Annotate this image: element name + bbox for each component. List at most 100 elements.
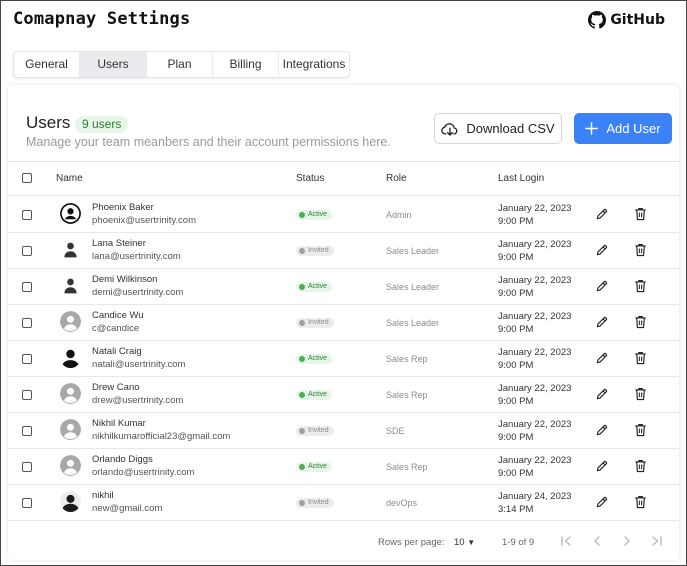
status-badge: Active xyxy=(296,210,333,220)
trash-icon[interactable] xyxy=(634,279,647,293)
table-header: Name Status Role Last Login xyxy=(8,162,679,196)
status-dot-icon xyxy=(299,320,305,326)
status-label: Active xyxy=(308,391,328,398)
edit-icon[interactable] xyxy=(595,351,609,365)
tab-users[interactable]: Users xyxy=(80,52,147,77)
status-dot-icon xyxy=(299,356,305,362)
rows-per-page-select[interactable]: 10 ▼ xyxy=(454,537,475,548)
row-checkbox[interactable] xyxy=(22,498,32,508)
next-page-icon[interactable] xyxy=(620,534,634,548)
edit-icon[interactable] xyxy=(595,387,609,401)
person-icon xyxy=(60,275,81,296)
trash-icon[interactable] xyxy=(634,423,647,437)
previous-page-icon[interactable] xyxy=(590,534,604,548)
github-icon xyxy=(588,11,607,29)
last-login-time: 9:00 PM xyxy=(498,216,534,227)
first-page-icon[interactable] xyxy=(559,534,573,548)
last-login-time: 9:00 PM xyxy=(498,468,534,479)
last-login-time: 9:00 PM xyxy=(498,252,534,263)
tab-billing[interactable]: Billing xyxy=(213,52,279,77)
user-email: c@candice xyxy=(92,323,140,334)
edit-icon[interactable] xyxy=(595,279,609,293)
user-role: devOps xyxy=(386,498,418,508)
last-login-date: January 22, 2023 xyxy=(498,347,572,358)
account-circle-icon xyxy=(60,203,81,224)
trash-icon[interactable] xyxy=(634,315,647,329)
status-label: Active xyxy=(308,355,328,362)
user-name: Candice Wu xyxy=(92,310,144,321)
table-row: Candice Wu c@candice Invited Sales Leader Ja… xyxy=(8,305,679,341)
select-all-checkbox[interactable] xyxy=(22,173,32,183)
status-dot-icon xyxy=(299,428,305,434)
last-page-icon[interactable] xyxy=(650,534,664,548)
status-badge: Invited xyxy=(296,426,334,436)
trash-icon[interactable] xyxy=(634,495,647,509)
user-role: Sales Leader xyxy=(386,282,440,292)
row-checkbox[interactable] xyxy=(22,354,32,364)
default-avatar-icon xyxy=(60,419,81,440)
row-checkbox[interactable] xyxy=(22,318,32,328)
add-user-label: Add User xyxy=(606,121,661,136)
tab-plan[interactable]: Plan xyxy=(147,52,213,77)
column-name: Name xyxy=(56,173,83,184)
last-login-date: January 22, 2023 xyxy=(498,239,572,250)
user-role: Sales Rep xyxy=(386,354,428,364)
last-login-time: 9:00 PM xyxy=(498,288,534,299)
settings-tabs: General Users Plan Billing Integrations xyxy=(13,51,350,78)
tab-general[interactable]: General xyxy=(14,52,80,77)
rows-per-page-value: 10 xyxy=(454,537,465,548)
edit-icon[interactable] xyxy=(595,459,609,473)
last-login-date: January 22, 2023 xyxy=(498,275,572,286)
row-checkbox[interactable] xyxy=(22,390,32,400)
trash-icon[interactable] xyxy=(634,207,647,221)
default-avatar-icon xyxy=(60,455,81,476)
row-checkbox[interactable] xyxy=(22,426,32,436)
person-silhouette-icon xyxy=(60,347,81,368)
person-photo-icon xyxy=(60,491,81,512)
row-checkbox[interactable] xyxy=(22,282,32,292)
status-badge: Invited xyxy=(296,318,334,328)
edit-icon[interactable] xyxy=(595,243,609,257)
status-label: Invited xyxy=(308,247,329,254)
person-icon xyxy=(60,239,81,260)
last-login-time: 9:00 PM xyxy=(498,324,534,335)
plus-icon xyxy=(585,122,599,135)
status-badge: Active xyxy=(296,390,333,400)
last-login-time: 3:14 PM xyxy=(498,504,534,515)
user-role: Sales Rep xyxy=(386,462,428,472)
row-checkbox[interactable] xyxy=(22,462,32,472)
edit-icon[interactable] xyxy=(595,207,609,221)
github-link[interactable]: GitHub xyxy=(588,11,665,29)
edit-icon[interactable] xyxy=(595,315,609,329)
user-email: nikhilkumarofficial23@gmail.com xyxy=(92,431,231,442)
rows-per-page-label: Rows per page: xyxy=(378,537,445,548)
user-role: Admin xyxy=(386,210,412,220)
edit-icon[interactable] xyxy=(595,423,609,437)
user-email: phoenix@usertrinity.com xyxy=(92,215,196,226)
default-avatar-icon xyxy=(60,311,81,332)
trash-icon[interactable] xyxy=(634,459,647,473)
trash-icon[interactable] xyxy=(634,243,647,257)
status-dot-icon xyxy=(299,284,305,290)
status-badge: Invited xyxy=(296,246,334,256)
pagination: Rows per page: 10 ▼ 1-9 of 9 xyxy=(8,525,679,560)
trash-icon[interactable] xyxy=(634,351,647,365)
table-row: Nikhil Kumar nikhilkumarofficial23@gmail.… xyxy=(8,413,679,449)
status-dot-icon xyxy=(299,464,305,470)
trash-icon[interactable] xyxy=(634,387,647,401)
row-checkbox[interactable] xyxy=(22,210,32,220)
tab-integrations[interactable]: Integrations xyxy=(279,52,349,77)
user-email: lana@usertrinity.com xyxy=(92,251,181,262)
status-label: Invited xyxy=(308,427,329,434)
status-badge: Active xyxy=(296,354,333,364)
download-csv-button[interactable]: Download CSV xyxy=(434,113,562,144)
edit-icon[interactable] xyxy=(595,495,609,509)
row-checkbox[interactable] xyxy=(22,246,32,256)
column-status: Status xyxy=(296,173,325,184)
status-badge: Active xyxy=(296,462,333,472)
default-avatar-icon xyxy=(60,383,81,404)
user-name: Orlando Diggs xyxy=(92,454,153,465)
section-title: Users xyxy=(26,113,71,132)
status-label: Active xyxy=(308,463,328,470)
add-user-button[interactable]: Add User xyxy=(574,113,672,144)
